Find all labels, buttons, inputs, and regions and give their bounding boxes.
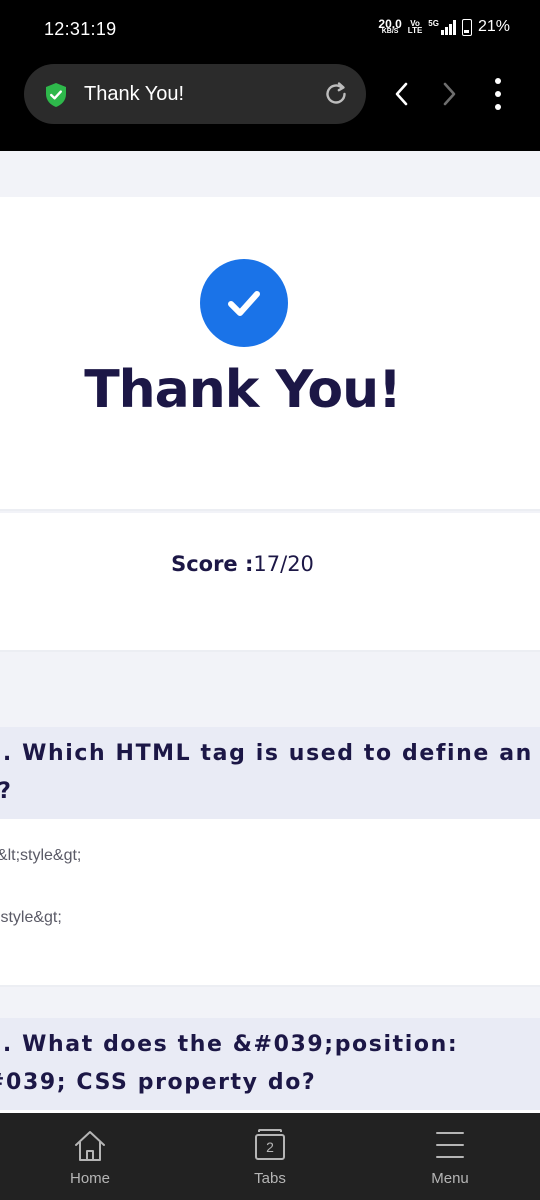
network-type: 5G (428, 19, 439, 28)
tabs-count: 2 (255, 1134, 285, 1160)
more-vertical-icon[interactable] (490, 77, 506, 111)
nav-home[interactable]: Home (0, 1113, 180, 1200)
score-card: Score :17/20 (0, 513, 540, 652)
thank-you-heading: Thank You! (84, 360, 402, 420)
question-text-line-1: 1. Which HTML tag is used to define an i… (0, 741, 540, 766)
network-speed-unit: KB/S (381, 28, 399, 36)
question-card-1: 1. Which HTML tag is used to define an i… (0, 727, 540, 987)
question-card-2: 2. What does the &#039;position: #039; C… (0, 1018, 540, 1113)
tabs-icon: 2 (255, 1129, 285, 1161)
question-text-line-2: t? (0, 773, 526, 811)
shield-check-icon (46, 83, 66, 107)
address-bar[interactable]: Thank You! (24, 64, 366, 124)
signal-icon: 5G (428, 19, 456, 35)
home-icon (75, 1131, 105, 1161)
nav-home-label: Home (69, 1170, 110, 1187)
checkmark-icon (228, 291, 260, 316)
volte-indicator: Vo LTE (407, 19, 423, 35)
answer-option: lt;style&gt; (0, 909, 62, 926)
nav-menu[interactable]: Menu (360, 1113, 540, 1200)
question-text-line-1: 2. What does the &#039;position: (0, 1032, 459, 1057)
browser-toolbar: Thank You! (0, 60, 540, 151)
score-label: Score : (171, 552, 254, 576)
page-title-in-address-bar: Thank You! (84, 83, 185, 105)
network-speed: 20.0 KB/S (378, 18, 401, 36)
bottom-navigation: Home 2 Tabs Menu (0, 1113, 540, 1200)
status-indicators: 20.0 KB/S Vo LTE 5G 21% (378, 18, 510, 36)
hamburger-menu-icon (436, 1132, 464, 1158)
answer-option: : &lt;style&gt; (0, 847, 82, 864)
page-content[interactable]: Thank You! Score :17/20 1. Which HTML ta… (0, 151, 540, 1113)
thank-you-card: Thank You! (0, 197, 540, 511)
volte-bottom: LTE (407, 26, 423, 35)
question-text-line-2: #039; CSS property do? (0, 1070, 317, 1095)
nav-tabs[interactable]: 2 Tabs (180, 1113, 360, 1200)
chevron-right-icon[interactable] (437, 80, 461, 108)
question-header: 1. Which HTML tag is used to define an i… (0, 727, 540, 819)
nav-tabs-label: Tabs (254, 1170, 286, 1187)
battery-percent: 21% (477, 18, 510, 35)
score-line: Score :17/20 (0, 551, 485, 577)
battery-icon (461, 18, 472, 36)
success-check-icon (200, 259, 288, 347)
nav-menu-label: Menu (431, 1170, 469, 1187)
question-header: 2. What does the &#039;position: #039; C… (0, 1018, 540, 1110)
status-bar: 12:31:19 20.0 KB/S Vo LTE 5G 21% (0, 0, 540, 60)
chevron-left-icon[interactable] (390, 80, 414, 108)
reload-icon[interactable] (322, 80, 350, 108)
status-time: 12:31:19 (44, 19, 117, 39)
score-value: 17/20 (253, 552, 314, 576)
